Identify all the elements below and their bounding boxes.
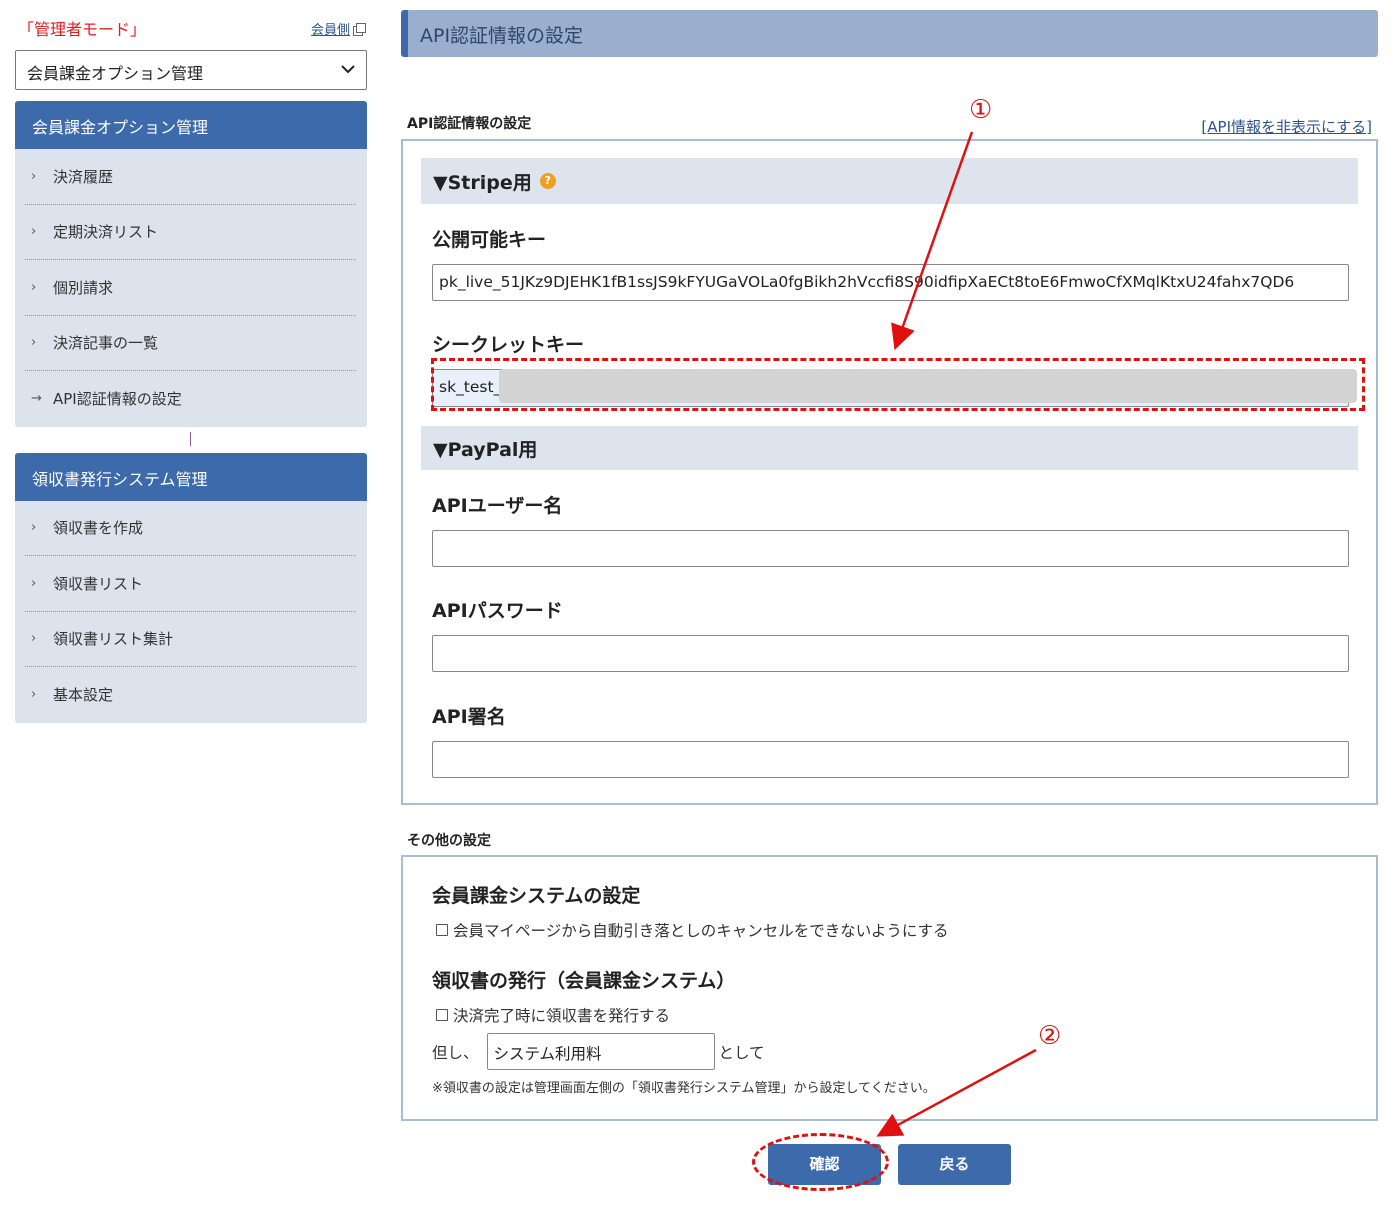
proviso-row: 但し、 システム利用料 として [432, 1033, 765, 1070]
sidebar-item-label[interactable]: 定期決済リスト [53, 221, 158, 242]
chevron-right-icon: › [31, 687, 37, 703]
sidebar-item[interactable]: → API認証情報の設定 [25, 371, 356, 427]
member-side-link-label[interactable]: 会員側 [311, 19, 350, 38]
member-side-link[interactable]: 会員側 [311, 19, 366, 38]
sidebar-item[interactable]: › 決済履歴 [25, 149, 356, 205]
sidebar-item-label[interactable]: 決済記事の一覧 [53, 332, 158, 353]
sidebar-item[interactable]: › 領収書を作成 [25, 501, 356, 556]
sidebar-item[interactable]: › 領収書リスト [25, 556, 356, 612]
member-system-title: 会員課金システムの設定 [432, 885, 641, 907]
menu-head-member-billing: 会員課金オプション管理 [15, 101, 367, 149]
paypal-heading-label: ▼PayPal用 [433, 438, 538, 461]
secret-key-highlight [431, 358, 1365, 411]
menu-list-receipt-system: › 領収書を作成 › 領収書リスト › 領収書リスト集計 › 基本設定 [15, 501, 367, 723]
sidebar-item[interactable]: › 領収書リスト集計 [25, 612, 356, 667]
secret-key-label: シークレットキー [432, 334, 585, 356]
menu-connector [15, 427, 367, 453]
public-key-label: 公開可能キー [432, 229, 547, 251]
chevron-down-icon [341, 65, 355, 74]
chevron-right-icon: › [31, 335, 37, 351]
sidebar-item[interactable]: › 決済記事の一覧 [25, 316, 356, 371]
issue-receipt-option[interactable]: 決済完了時に領収書を発行する [436, 1004, 670, 1026]
hide-api-info-link[interactable]: [API情報を非表示にする] [1201, 116, 1372, 137]
menu-member-billing: 会員課金オプション管理 › 決済履歴 › 定期決済リスト › 個別請求 › 決済記事の一覧 → A… [15, 101, 367, 427]
sidebar-item-label[interactable]: API認証情報の設定 [53, 388, 182, 409]
sidebar-item-label[interactable]: 個別請求 [53, 277, 113, 298]
proviso-input[interactable]: システム利用料 [486, 1033, 715, 1070]
chevron-right-icon: › [31, 224, 37, 240]
stripe-heading: ▼Stripe用 ? [421, 158, 1358, 204]
mode-row: 「管理者モード」 会員側 [15, 0, 367, 50]
page-title: API認証情報の設定 [401, 10, 1378, 57]
sidebar: 「管理者モード」 会員側 会員課金オプション管理 会員課金オプション管理 › 決済… [15, 0, 367, 723]
chevron-right-icon: › [31, 631, 37, 647]
admin-menu-select[interactable]: 会員課金オプション管理 [15, 50, 367, 90]
other-settings-box: 会員課金システムの設定 会員マイページから自動引き落としのキャンセルをできないよ… [401, 855, 1378, 1121]
chevron-right-icon: › [31, 279, 37, 295]
api-user-label: APIユーザー名 [432, 495, 563, 517]
annotation-marker-1: ① [969, 95, 993, 125]
back-button[interactable]: 戻る [898, 1144, 1011, 1185]
cancel-lock-label[interactable]: 会員マイページから自動引き落としのキャンセルをできないようにする [453, 919, 949, 941]
api-user-input[interactable] [432, 530, 1349, 567]
annotation-marker-2: ② [1038, 1021, 1062, 1051]
api-signature-input[interactable] [432, 741, 1349, 778]
receipt-title: 領収書の発行（会員課金システム） [432, 970, 736, 992]
cancel-lock-checkbox[interactable] [436, 924, 448, 936]
other-section-title: その他の設定 [407, 833, 491, 849]
sidebar-item-label[interactable]: 領収書リスト [53, 573, 143, 594]
api-signature-label: API署名 [432, 706, 506, 728]
menu-receipt-system: 領収書発行システム管理 › 領収書を作成 › 領収書リスト › 領収書リスト集計 › 基本設定 [15, 452, 367, 723]
issue-receipt-checkbox[interactable] [436, 1009, 448, 1021]
sidebar-item[interactable]: › 個別請求 [25, 260, 356, 316]
sidebar-item-label[interactable]: 領収書を作成 [53, 517, 143, 538]
external-window-icon [353, 22, 366, 36]
api-password-input[interactable] [432, 635, 1349, 672]
sidebar-item-label[interactable]: 領収書リスト集計 [53, 628, 173, 649]
receipt-note: ※領収書の設定は管理画面左側の「領収書発行システム管理」から設定してください。 [432, 1081, 936, 1096]
paypal-heading: ▼PayPal用 [421, 426, 1358, 470]
menu-list-member-billing: › 決済履歴 › 定期決済リスト › 個別請求 › 決済記事の一覧 → API認証情報の設定 [15, 149, 367, 427]
api-password-label: APIパスワード [432, 600, 563, 622]
chevron-right-icon: › [31, 520, 37, 536]
confirm-highlight [752, 1133, 889, 1191]
arrow-right-icon: → [31, 391, 42, 407]
api-settings-box: ▼Stripe用 ? 公開可能キー pk_live_51JKz9DJEHK1fB… [401, 139, 1378, 805]
admin-mode-label: 「管理者モード」 [18, 20, 147, 39]
proviso-suffix: として [718, 1043, 765, 1062]
proviso-prefix: 但し、 [432, 1043, 479, 1062]
chevron-right-icon: › [31, 575, 37, 591]
menu-head-receipt-system: 領収書発行システム管理 [15, 452, 367, 501]
api-section-title: API認証情報の設定 [407, 116, 532, 132]
admin-menu-select-value: 会員課金オプション管理 [27, 64, 204, 83]
cancel-lock-option[interactable]: 会員マイページから自動引き落としのキャンセルをできないようにする [436, 919, 949, 941]
stripe-heading-label: ▼Stripe用 [433, 171, 532, 194]
chevron-right-icon: › [31, 168, 37, 184]
sidebar-item[interactable]: › 定期決済リスト [25, 205, 356, 260]
sidebar-item-label[interactable]: 基本設定 [53, 684, 113, 705]
public-key-input[interactable]: pk_live_51JKz9DJEHK1fB1ssJS9kFYUGaVOLa0f… [432, 264, 1349, 301]
sidebar-item-label[interactable]: 決済履歴 [53, 166, 113, 187]
help-icon[interactable]: ? [539, 173, 556, 189]
issue-receipt-label[interactable]: 決済完了時に領収書を発行する [453, 1004, 670, 1026]
sidebar-item[interactable]: › 基本設定 [25, 667, 356, 723]
